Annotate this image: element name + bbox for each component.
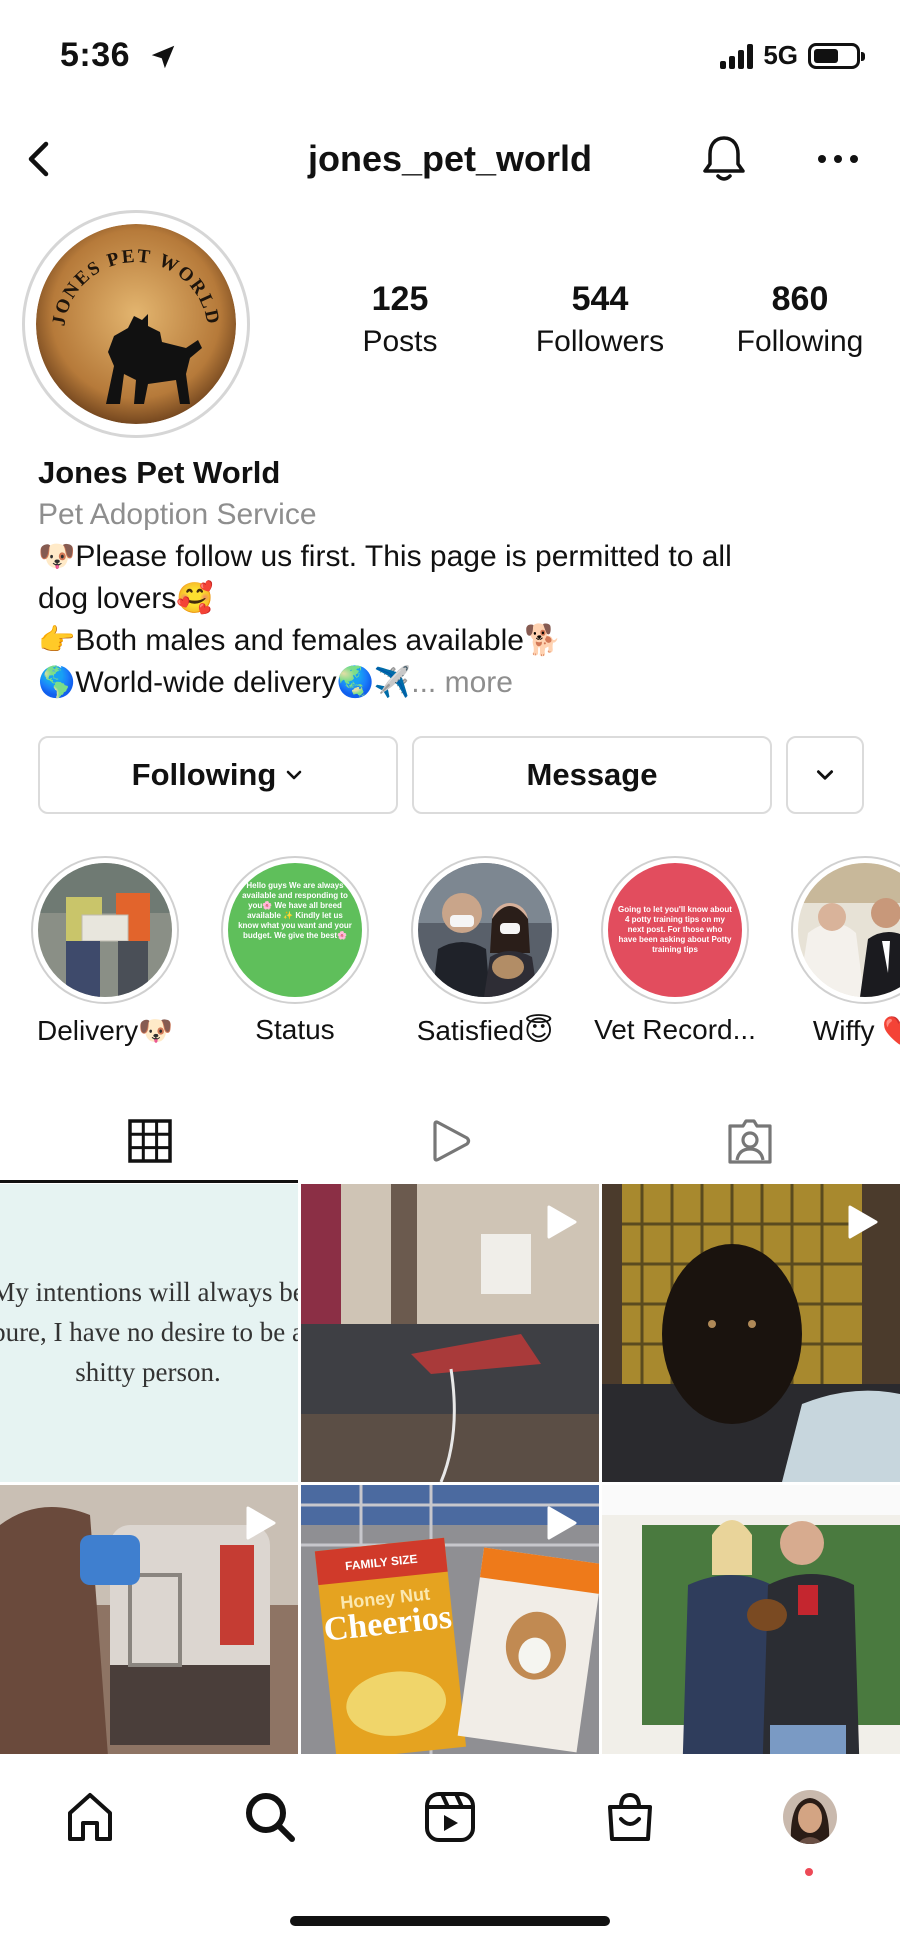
profile-avatar[interactable]: JONES PET WORLD [22, 210, 250, 438]
tab-reels[interactable] [300, 1100, 600, 1182]
profile-avatar-small [783, 1790, 837, 1844]
tab-profile[interactable] [775, 1782, 845, 1852]
profile-tabs [0, 1100, 900, 1183]
tab-tagged[interactable] [600, 1100, 900, 1182]
status-time: 5:36 [60, 36, 131, 74]
location-arrow-icon [151, 45, 175, 69]
profile-logo: JONES PET WORLD [36, 224, 236, 424]
video-play-icon [547, 1205, 577, 1239]
stat-following[interactable]: 860 Following [730, 280, 870, 359]
tab-shop[interactable] [595, 1782, 665, 1852]
bio-line-last: 🌎World-wide delivery🌏✈️... more [38, 662, 868, 704]
highlight-label: Satisfied😇 [416, 1015, 554, 1046]
message-button[interactable]: Message [412, 736, 772, 814]
profile-name: Jones Pet World [38, 455, 281, 490]
highlight-label: Vet Record... [594, 1014, 756, 1045]
highlight-label: Wiffy ❤️ [812, 1015, 900, 1046]
stat-value: 544 [571, 280, 629, 318]
home-icon [68, 1793, 112, 1841]
profile-bio: Jones Pet World Pet Adoption Service 🐶Pl… [38, 452, 868, 704]
shop-icon [608, 1792, 652, 1841]
stat-followers[interactable]: 544 Followers [530, 280, 670, 359]
signal-icon [720, 43, 754, 69]
stat-label: Following [736, 325, 864, 358]
post-thumbnail[interactable]: My intentions will always be pure, I hav… [0, 1184, 298, 1482]
bio-line-text: 🌎World-wide delivery🌏✈️ [38, 666, 412, 699]
post-thumbnail[interactable] [301, 1184, 599, 1482]
chevron-down-icon [816, 770, 834, 780]
highlight-cover-text: Hello guys We are always available and r… [238, 881, 352, 940]
highlight-item[interactable]: Going to let you'll know about 4 potty t… [580, 856, 770, 1046]
search-icon [246, 1793, 295, 1842]
active-tab-indicator [0, 1180, 298, 1183]
post-quote-text: My intentions will always be pure, I hav… [0, 1277, 298, 1387]
highlight-label: Status [255, 1014, 335, 1045]
suggested-accounts-button[interactable] [786, 736, 864, 814]
tab-posts-grid[interactable] [0, 1100, 300, 1182]
highlight-item[interactable]: Wiffy ❤️ [770, 856, 900, 1046]
story-highlights: Delivery🐶 Hello guys We are always avail… [0, 856, 900, 1046]
post-thumbnail[interactable]: FAMILY SIZE Honey Nut Cheerios [301, 1485, 599, 1754]
highlight-cover: Going to let you'll know about 4 potty t… [608, 863, 742, 997]
battery-icon [808, 42, 865, 69]
tab-reels[interactable] [415, 1782, 485, 1852]
stat-label: Posts [362, 325, 438, 358]
post-thumbnail[interactable] [602, 1485, 900, 1754]
stat-posts[interactable]: 125 Posts [330, 280, 470, 359]
highlight-item[interactable]: Satisfied😇 [390, 856, 580, 1046]
profile-actions: Following Message [38, 736, 864, 814]
tab-search[interactable] [235, 1782, 305, 1852]
profile-category: Pet Adoption Service [38, 498, 317, 531]
video-play-icon [246, 1506, 276, 1540]
bio-line: 👉Both males and females available🐕 [38, 624, 562, 657]
stat-label: Followers [535, 325, 665, 358]
reels-play-icon [433, 1120, 471, 1162]
highlight-item[interactable]: Delivery🐶 [10, 856, 200, 1046]
following-button-label: Following [131, 757, 277, 792]
highlight-label: Delivery🐶 [37, 1015, 173, 1046]
bio-more-link[interactable]: ... more [411, 666, 513, 699]
highlight-item[interactable]: Hello guys We are always available and r… [200, 856, 390, 1046]
more-options-icon[interactable] [810, 134, 866, 184]
highlight-cover [418, 863, 552, 997]
status-bar: 5:36 5G [0, 0, 900, 110]
message-button-label: Message [526, 757, 658, 792]
post-thumbnail[interactable] [0, 1485, 298, 1754]
grid-icon [128, 1119, 172, 1163]
post-thumbnail[interactable] [602, 1184, 900, 1482]
stat-value: 860 [771, 280, 829, 318]
stat-value: 125 [371, 280, 429, 318]
highlight-cover: Hello guys We are always available and r… [228, 863, 362, 997]
video-play-icon [547, 1506, 577, 1540]
profile-header: jones_pet_world [0, 120, 900, 200]
status-indicators: 5G [720, 40, 865, 71]
following-button[interactable]: Following [38, 736, 398, 814]
chevron-down-icon [287, 770, 302, 780]
tagged-person-icon [728, 1119, 772, 1164]
bell-icon[interactable] [696, 130, 752, 186]
bio-line: 🐶Please follow us first. This page is pe… [38, 540, 732, 573]
home-indicator [290, 1916, 610, 1926]
reels-icon [425, 1792, 475, 1842]
notification-dot [805, 1868, 813, 1876]
highlight-cover [798, 863, 900, 997]
profile-username: jones_pet_world [307, 138, 593, 179]
tab-home[interactable] [55, 1782, 125, 1852]
profile-stats: 125 Posts 544 Followers 860 Following [330, 280, 870, 359]
post-image [602, 1485, 900, 1754]
posts-grid: My intentions will always be pure, I hav… [0, 1184, 900, 1754]
network-label: 5G [763, 40, 798, 70]
highlight-cover [38, 863, 172, 997]
video-play-icon [848, 1205, 878, 1239]
highlight-cover-text: Going to let you'll know about 4 potty t… [618, 905, 732, 954]
bio-line: dog lovers🥰 [38, 582, 214, 615]
